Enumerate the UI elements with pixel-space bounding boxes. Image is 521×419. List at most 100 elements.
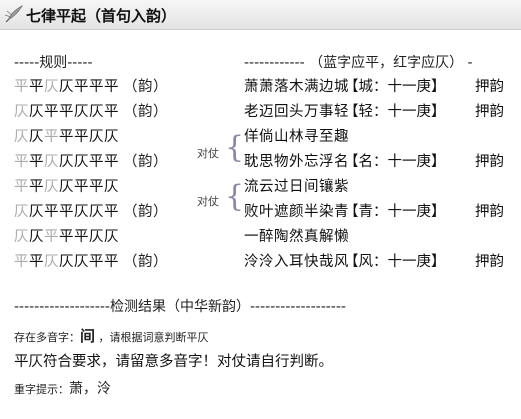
repeat-chars: 萧，泠: [69, 381, 111, 397]
rhyme-category: 【名：十一庚】: [344, 154, 446, 170]
tone-char: 平: [59, 129, 74, 145]
tone-char: 平: [44, 204, 59, 220]
tone-char: 仄: [14, 104, 29, 120]
rhyme-category: 【风：十一庚】: [344, 254, 446, 270]
tone-char: 仄: [14, 129, 29, 145]
tone-char: 平: [104, 204, 119, 220]
tone-char: 仄: [74, 254, 89, 270]
tone-char: 平: [44, 129, 59, 145]
tone-char: 平: [44, 229, 59, 245]
tone-char: 仄: [59, 254, 74, 270]
poem-verse: 一醉陶然真解懒: [244, 229, 349, 245]
tone-char: 平: [59, 104, 74, 120]
tone-char: 仄: [14, 229, 29, 245]
tone-char: 平: [74, 129, 89, 145]
tone-char: 平: [104, 154, 119, 170]
yayun-label: 押韵: [475, 204, 504, 220]
tone-char: 仄: [14, 204, 29, 220]
repeat-prefix: 重字提示：: [14, 383, 69, 396]
tone-char: 平: [29, 254, 44, 270]
title-bar: 七律平起（首句入韵）: [0, 0, 521, 30]
page-title: 七律平起（首句入韵）: [26, 7, 177, 25]
tone-char: 平: [74, 229, 89, 245]
poem-verse: 萧萧落木满边城: [244, 79, 349, 95]
tone-char: 仄: [89, 229, 104, 245]
tone-char: 平: [104, 254, 119, 270]
tone-char: 仄: [104, 129, 119, 145]
tone-char: 仄: [44, 154, 59, 170]
tone-pattern: 仄仄平平仄仄平 （韵）: [14, 201, 168, 224]
polyphone-chars: 间: [80, 327, 96, 345]
tone-pattern: 仄仄平平平仄仄: [14, 126, 119, 149]
result-header: -------------------检测结果（中华新韵）-----------…: [14, 299, 346, 315]
tone-char: 仄: [44, 79, 59, 95]
tone-char: 仄: [29, 204, 44, 220]
poem-verse: 耽思物外忘浮名: [244, 154, 349, 170]
tone-char: 仄: [89, 204, 104, 220]
poem-row: 平平仄仄仄平平 （韵） 耽思物外忘浮名 【名：十一庚】 押韵: [0, 151, 521, 174]
tone-char: 平: [74, 79, 89, 95]
tone-char: 平: [44, 104, 59, 120]
tone-pattern: 平平仄仄平平仄: [14, 176, 119, 199]
rhyme-marker: （韵）: [123, 79, 168, 95]
poem-row: 平平仄仄平平仄 流云过日间镶紫: [0, 176, 521, 199]
poem-row: 仄仄平平平仄仄 佯倘山林寻至趣: [0, 126, 521, 149]
tone-pattern: 平平仄仄平平平 （韵）: [14, 76, 168, 99]
tone-char: 仄: [29, 129, 44, 145]
yayun-label: 押韵: [475, 104, 504, 120]
tone-char: 仄: [29, 104, 44, 120]
poem-verse: 老迈回头万事轻: [244, 104, 349, 120]
tone-char: 平: [14, 179, 29, 195]
tone-char: 平: [14, 154, 29, 170]
tone-char: 仄: [29, 229, 44, 245]
yayun-label: 押韵: [475, 154, 504, 170]
duizhang-brace-2: {: [225, 179, 245, 214]
duizhang-brace-1: {: [225, 130, 245, 165]
tone-char: 仄: [44, 179, 59, 195]
polyphone-suffix: ，请根据词意判断平仄: [95, 331, 209, 344]
rhyme-marker: （韵）: [123, 204, 168, 220]
tone-char: 平: [14, 254, 29, 270]
tone-char: 平: [89, 154, 104, 170]
tone-char: 仄: [59, 179, 74, 195]
tone-pattern: 仄仄平平平仄仄: [14, 226, 119, 249]
tone-char: 仄: [104, 229, 119, 245]
tone-char: 仄: [44, 254, 59, 270]
tone-char: 仄: [89, 104, 104, 120]
tone-char: 平: [104, 79, 119, 95]
tone-char: 平: [89, 79, 104, 95]
tone-char: 平: [29, 179, 44, 195]
rhyme-marker: （韵）: [123, 254, 168, 270]
poem-row: 仄仄平平仄仄平 （韵） 老迈回头万事轻 【轻：十一庚】 押韵: [0, 101, 521, 124]
poem-verse: 流云过日间镶紫: [244, 179, 349, 195]
tone-char: 平: [89, 254, 104, 270]
tone-pattern: 仄仄平平仄仄平 （韵）: [14, 101, 168, 124]
duizhang-label-2: 对仗: [197, 195, 219, 208]
poem-row: 仄仄平平平仄仄 一醉陶然真解懒: [0, 226, 521, 249]
tone-pattern: 平平仄仄仄平平 （韵）: [14, 251, 168, 274]
poem-verse: 泠泠入耳快哉风: [244, 254, 349, 270]
yayun-label: 押韵: [475, 254, 504, 270]
tone-char: 平: [59, 204, 74, 220]
tone-char: 平: [104, 104, 119, 120]
tone-char: 平: [29, 154, 44, 170]
duizhang-label-1: 对仗: [197, 147, 219, 160]
tone-char: 仄: [74, 154, 89, 170]
rhyme-category: 【城：十一庚】: [344, 79, 446, 95]
tone-char: 仄: [74, 104, 89, 120]
tone-char: 平: [89, 179, 104, 195]
tone-char: 仄: [59, 154, 74, 170]
check-result-text: 平仄符合要求，请留意多音字！对仗请自行判断。: [14, 354, 333, 370]
tone-char: 仄: [74, 204, 89, 220]
rhyme-marker: （韵）: [123, 104, 168, 120]
repeat-char-notice: 重字提示：萧，泠: [14, 378, 111, 398]
color-legend-header: ------------ （蓝字应平，红字应仄） -: [244, 55, 473, 71]
poem-row: 平平仄仄平平平 （韵） 萧萧落木满边城 【城：十一庚】 押韵: [0, 76, 521, 99]
poem-row: 平平仄仄仄平平 （韵） 泠泠入耳快哉风 【风：十一庚】 押韵: [0, 251, 521, 274]
tone-pattern: 平平仄仄仄平平 （韵）: [14, 151, 168, 174]
tone-char: 平: [59, 229, 74, 245]
quill-icon: [4, 5, 23, 23]
poem-row: 仄仄平平仄仄平 （韵） 败叶遮颜半染青 【青：十一庚】 押韵: [0, 201, 521, 224]
yayun-label: 押韵: [475, 79, 504, 95]
tone-char: 平: [29, 79, 44, 95]
